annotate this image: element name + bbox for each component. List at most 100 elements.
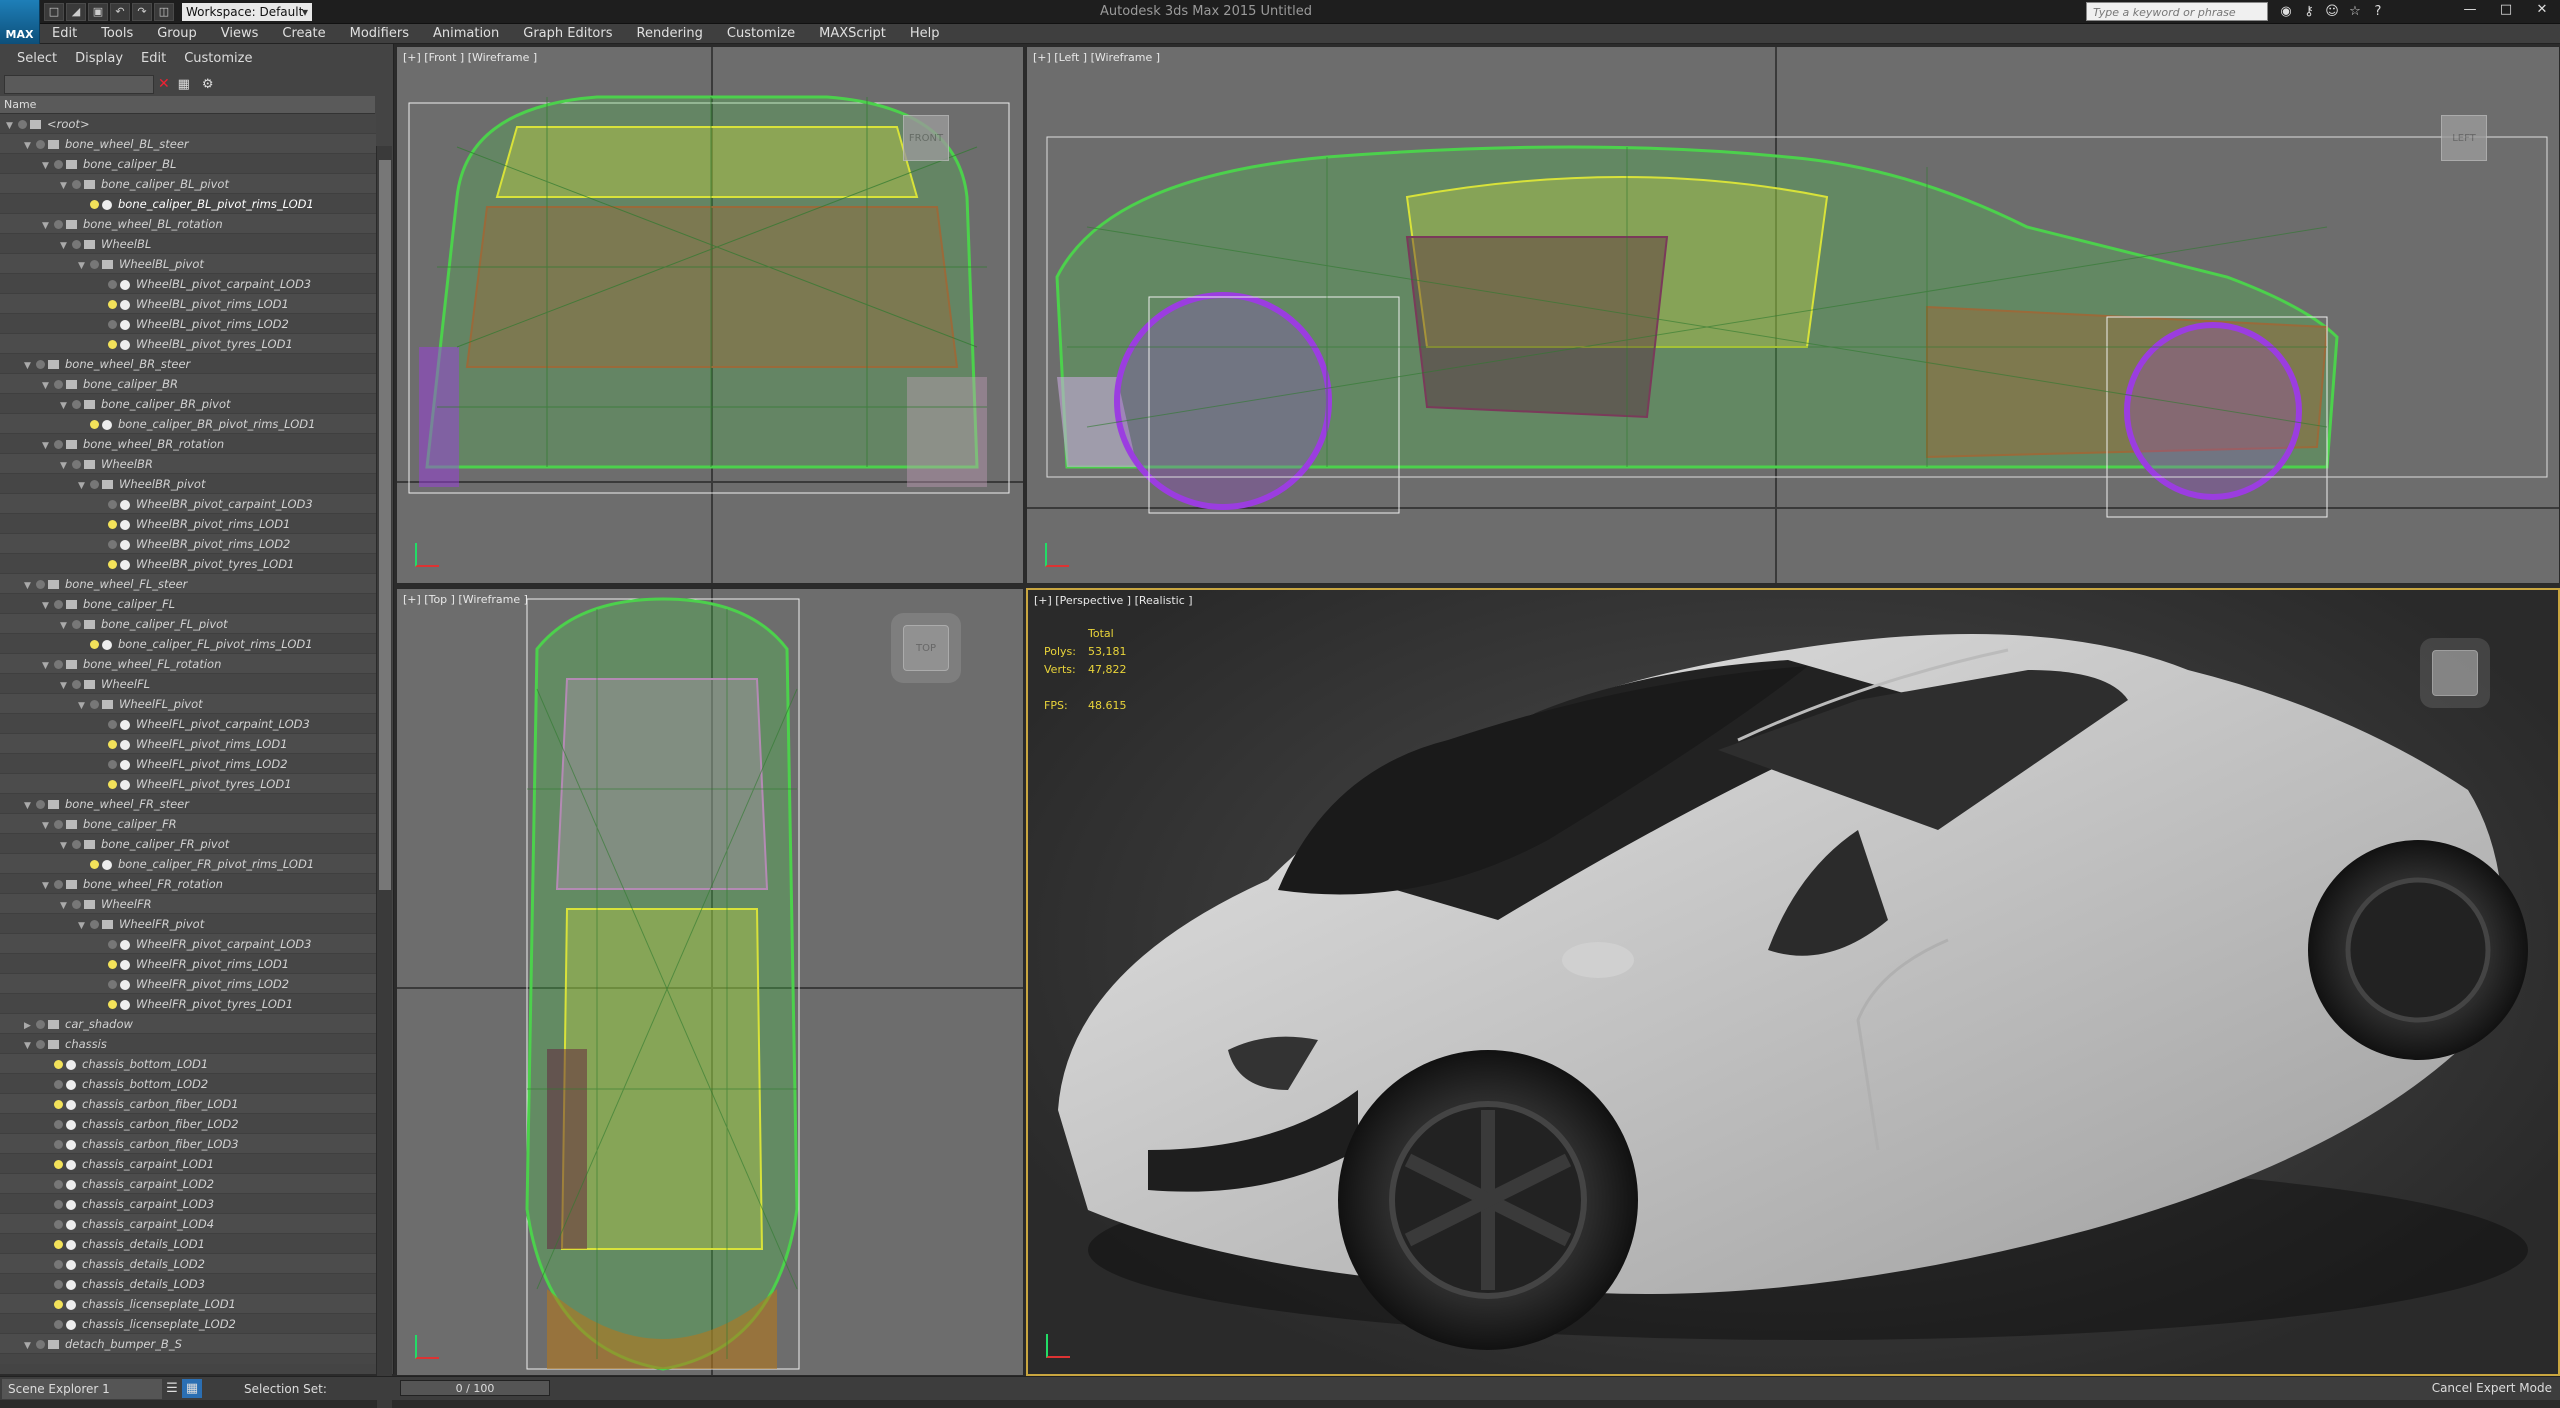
collapse-arrow-icon[interactable]: ▼ [78, 476, 88, 496]
tree-row[interactable]: ▼ bone_wheel_FL_rotation [0, 654, 376, 674]
collapse-arrow-icon[interactable]: ▼ [60, 616, 70, 636]
lightbulb-on-icon[interactable] [108, 1000, 117, 1009]
viewport-top-label[interactable]: [+] [Top ] [Wireframe ] [403, 593, 528, 606]
tree-row[interactable]: ▼ WheelFR_pivot [0, 914, 376, 934]
lightbulb-off-icon[interactable] [54, 440, 63, 449]
explorer-settings-icon[interactable]: ⚙ [198, 75, 218, 94]
lightbulb-off-icon[interactable] [72, 900, 81, 909]
lightbulb-on-icon[interactable] [54, 1240, 63, 1249]
lightbulb-off-icon[interactable] [54, 160, 63, 169]
tree-row[interactable]: ▼ bone_caliper_BL_pivot [0, 174, 376, 194]
scrollbar-thumb[interactable] [379, 160, 391, 890]
lightbulb-off-icon[interactable] [72, 240, 81, 249]
tree-row[interactable]: WheelFL_pivot_carpaint_LOD3 [0, 714, 376, 734]
save-icon[interactable]: ▣ [88, 3, 108, 21]
key-icon[interactable]: ⚷ [2299, 2, 2319, 21]
collapse-arrow-icon[interactable]: ▼ [24, 1336, 34, 1356]
lightbulb-off-icon[interactable] [54, 1180, 63, 1189]
tree-row[interactable]: ▼ bone_caliper_BR [0, 374, 376, 394]
collapse-arrow-icon[interactable]: ▼ [60, 396, 70, 416]
collapse-arrow-icon[interactable]: ▼ [60, 676, 70, 696]
lightbulb-on-icon[interactable] [54, 1160, 63, 1169]
tree-row[interactable]: ▼ bone_caliper_BR_pivot [0, 394, 376, 414]
collapse-arrow-icon[interactable]: ▼ [60, 836, 70, 856]
lightbulb-off-icon[interactable] [54, 660, 63, 669]
tree-row[interactable]: ▼ <root> [0, 114, 376, 134]
lightbulb-off-icon[interactable] [108, 540, 117, 549]
lightbulb-off-icon[interactable] [54, 1140, 63, 1149]
lightbulb-off-icon[interactable] [36, 140, 45, 149]
viewport-perspective-label[interactable]: [+] [Perspective ] [Realistic ] [1034, 594, 1193, 607]
lightbulb-off-icon[interactable] [54, 380, 63, 389]
menu-create[interactable]: Create [270, 26, 337, 41]
lightbulb-off-icon[interactable] [36, 1040, 45, 1049]
menu-rendering[interactable]: Rendering [625, 26, 715, 41]
tree-row[interactable]: chassis_carpaint_LOD2 [0, 1174, 376, 1194]
lightbulb-off-icon[interactable] [36, 1020, 45, 1029]
collapse-arrow-icon[interactable]: ▼ [60, 176, 70, 196]
tree-row[interactable]: ▼ bone_caliper_FL_pivot [0, 614, 376, 634]
tree-row[interactable]: WheelFR_pivot_tyres_LOD1 [0, 994, 376, 1014]
collapse-arrow-icon[interactable]: ▼ [24, 796, 34, 816]
viewcube-perspective[interactable] [2432, 650, 2478, 696]
tree-row[interactable]: WheelBR_pivot_rims_LOD2 [0, 534, 376, 554]
lightbulb-off-icon[interactable] [108, 720, 117, 729]
explorer-tab-edit[interactable]: Edit [132, 51, 175, 66]
lightbulb-on-icon[interactable] [108, 520, 117, 529]
explorer-tab-select[interactable]: Select [8, 51, 66, 66]
tree-row[interactable]: WheelFR_pivot_carpaint_LOD3 [0, 934, 376, 954]
viewcube-left[interactable]: LEFT [2441, 115, 2487, 161]
tree-row[interactable]: WheelBR_pivot_tyres_LOD1 [0, 554, 376, 574]
close-icon[interactable]: ✕ [2524, 0, 2560, 20]
lightbulb-off-icon[interactable] [36, 360, 45, 369]
lightbulb-off-icon[interactable] [72, 620, 81, 629]
tree-row[interactable]: WheelFR_pivot_rims_LOD2 [0, 974, 376, 994]
collapse-arrow-icon[interactable]: ▼ [42, 876, 52, 896]
project-folder-icon[interactable]: ◫ [154, 3, 174, 21]
tree-row[interactable]: bone_caliper_FL_pivot_rims_LOD1 [0, 634, 376, 654]
collapse-arrow-icon[interactable]: ▼ [24, 136, 34, 156]
expand-arrow-icon[interactable]: ▶ [24, 1016, 34, 1036]
lightbulb-off-icon[interactable] [54, 600, 63, 609]
tree-row[interactable]: ▼ bone_wheel_BR_rotation [0, 434, 376, 454]
lightbulb-off-icon[interactable] [72, 840, 81, 849]
menu-graph-editors[interactable]: Graph Editors [511, 26, 624, 41]
undo-icon[interactable]: ↶ [110, 3, 130, 21]
viewport-front[interactable]: FRONT [+] [Front ] [Wireframe ] [396, 46, 1024, 584]
tree-row[interactable]: WheelBL_pivot_rims_LOD1 [0, 294, 376, 314]
lightbulb-off-icon[interactable] [90, 700, 99, 709]
lightbulb-on-icon[interactable] [54, 1060, 63, 1069]
viewport-top[interactable]: TOP [+] [Top ] [Wireframe ] [396, 588, 1024, 1376]
tree-row[interactable]: ▼ chassis [0, 1034, 376, 1054]
tree-row[interactable]: ▼ bone_wheel_BL_rotation [0, 214, 376, 234]
tree-row[interactable]: ▶ car_shadow [0, 1014, 376, 1034]
tree-row[interactable]: WheelBR_pivot_carpaint_LOD3 [0, 494, 376, 514]
tree-row[interactable]: ▼ bone_wheel_FL_steer [0, 574, 376, 594]
tree-row[interactable]: WheelFL_pivot_rims_LOD2 [0, 754, 376, 774]
lightbulb-off-icon[interactable] [54, 1260, 63, 1269]
lightbulb-off-icon[interactable] [72, 180, 81, 189]
app-logo-icon[interactable]: MAX [0, 0, 40, 44]
collapse-arrow-icon[interactable]: ▼ [60, 456, 70, 476]
lightbulb-off-icon[interactable] [54, 220, 63, 229]
lightbulb-off-icon[interactable] [108, 940, 117, 949]
tree-row[interactable]: chassis_carbon_fiber_LOD2 [0, 1114, 376, 1134]
tree-row[interactable]: ▼ bone_wheel_BR_steer [0, 354, 376, 374]
cancel-expert-mode-button[interactable]: Cancel Expert Mode [2432, 1381, 2552, 1395]
tree-row[interactable]: chassis_licenseplate_LOD2 [0, 1314, 376, 1334]
lightbulb-on-icon[interactable] [90, 200, 99, 209]
star-icon[interactable]: ☆ [2345, 2, 2365, 21]
lightbulb-off-icon[interactable] [72, 680, 81, 689]
menu-group[interactable]: Group [145, 26, 209, 41]
collapse-arrow-icon[interactable]: ▼ [24, 356, 34, 376]
lightbulb-on-icon[interactable] [108, 780, 117, 789]
lightbulb-on-icon[interactable] [90, 640, 99, 649]
lightbulb-off-icon[interactable] [36, 800, 45, 809]
lightbulb-off-icon[interactable] [18, 120, 27, 129]
lightbulb-off-icon[interactable] [54, 880, 63, 889]
tree-row[interactable]: WheelBR_pivot_rims_LOD1 [0, 514, 376, 534]
tree-row[interactable]: ▼ bone_caliper_FR [0, 814, 376, 834]
tree-row[interactable]: ▼ WheelBL [0, 234, 376, 254]
collapse-arrow-icon[interactable]: ▼ [24, 576, 34, 596]
tree-row[interactable]: WheelBL_pivot_rims_LOD2 [0, 314, 376, 334]
